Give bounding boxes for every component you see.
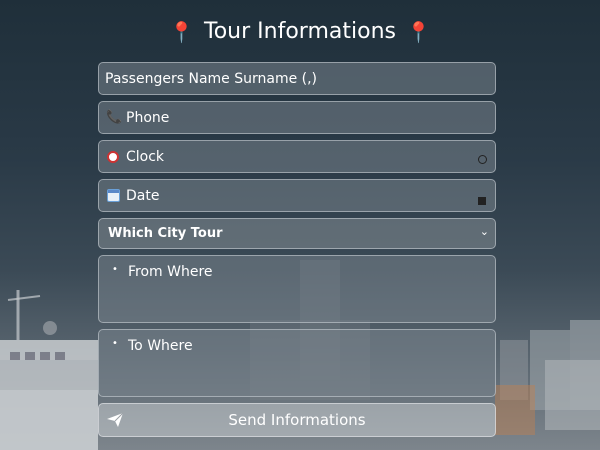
passengers-name-input[interactable]: Passengers Name Surname (,) — [98, 62, 496, 95]
chevron-down-icon: ⌄ — [479, 225, 489, 238]
date-picker-icon[interactable] — [478, 197, 486, 205]
page-title-text: Tour Informations — [204, 19, 396, 44]
clock-icon — [107, 151, 119, 163]
calendar-icon — [107, 189, 120, 202]
map-pin-icon: 📍 — [169, 20, 195, 44]
phone-input[interactable]: 📞 Phone — [98, 101, 496, 134]
from-where-textarea[interactable]: • From Where — [98, 255, 496, 323]
time-picker-icon[interactable] — [478, 155, 487, 164]
date-placeholder: Date — [126, 188, 160, 204]
bullet-icon: • — [112, 264, 118, 275]
city-tour-select[interactable]: Which City Tour ⌄ — [98, 218, 496, 249]
passengers-name-placeholder: Passengers Name Surname (,) — [105, 71, 318, 87]
page-title: 📍 Tour Informations 📍 — [0, 16, 600, 48]
date-input[interactable]: Date — [98, 179, 496, 212]
clock-input[interactable]: Clock — [98, 140, 496, 173]
to-where-placeholder: To Where — [128, 338, 193, 354]
to-where-textarea[interactable]: • To Where — [98, 329, 496, 397]
clock-placeholder: Clock — [126, 149, 165, 165]
phone-placeholder: Phone — [126, 110, 170, 126]
from-where-placeholder: From Where — [128, 264, 213, 280]
send-button-label: Send Informations — [228, 411, 366, 429]
send-informations-button[interactable]: Send Informations — [98, 403, 496, 437]
bullet-icon: • — [112, 338, 118, 349]
city-tour-selected: Which City Tour — [108, 226, 223, 241]
map-pin-icon: 📍 — [405, 20, 431, 44]
phone-icon: 📞 — [106, 110, 123, 125]
paper-plane-icon — [107, 413, 123, 427]
